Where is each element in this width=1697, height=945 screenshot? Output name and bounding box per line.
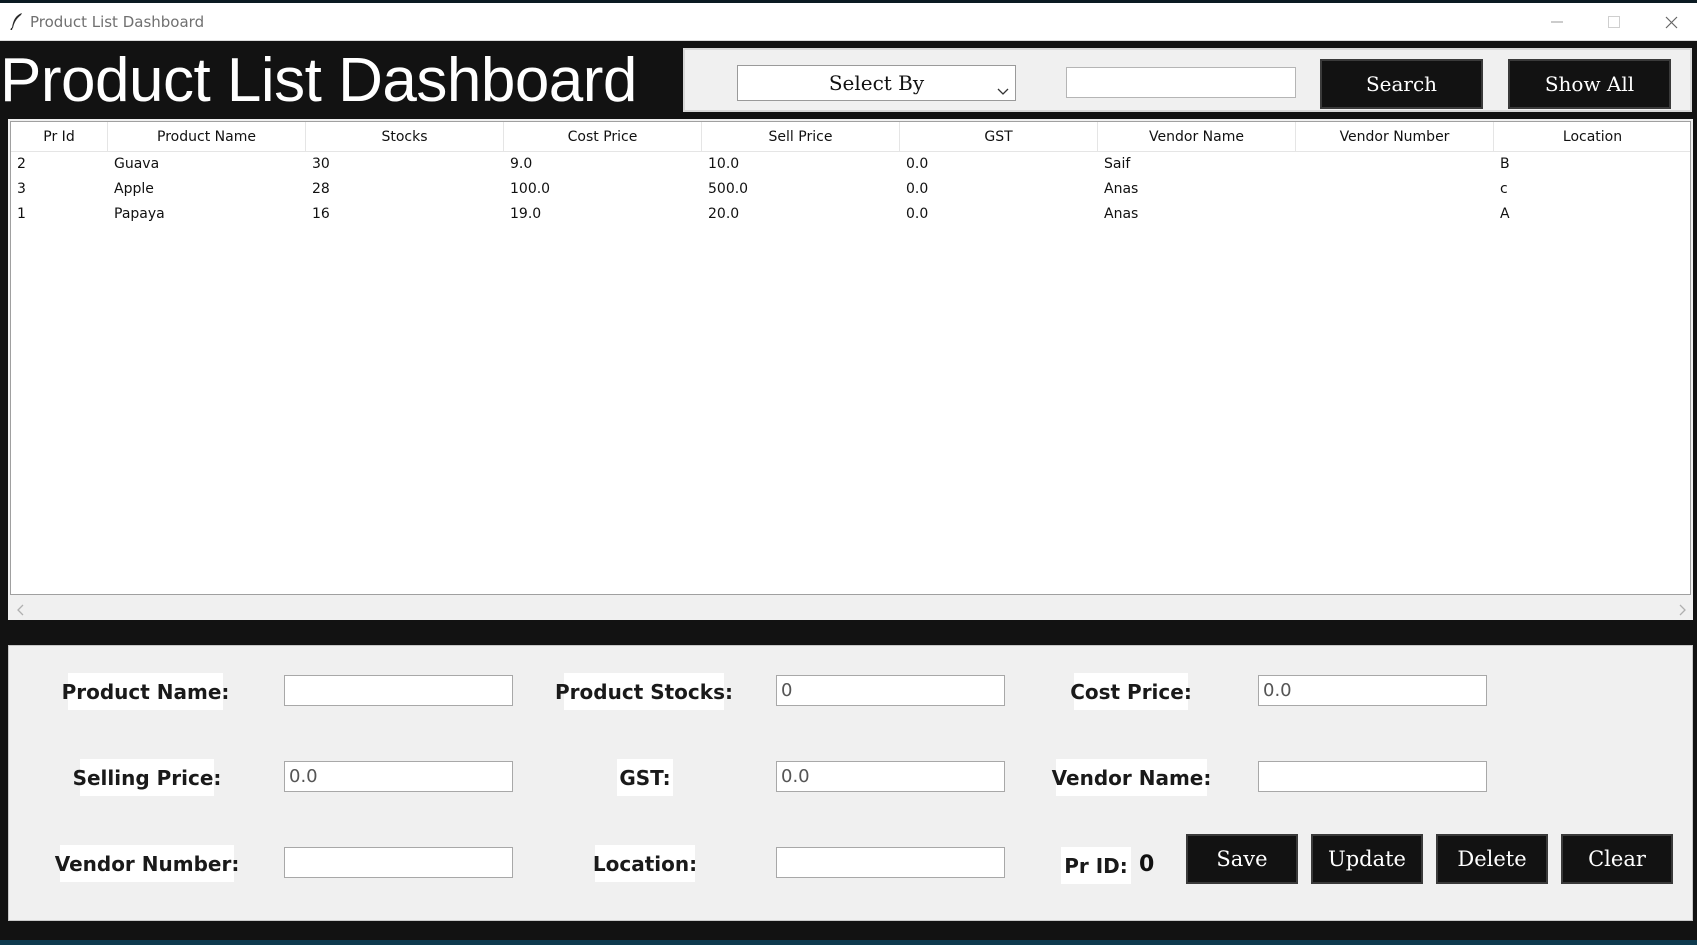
cell-pr-id: 2 (17, 156, 26, 172)
cell-sell-price: 500.0 (708, 181, 749, 197)
gst-label: GST: (617, 759, 673, 796)
table-row[interactable]: 1 Papaya 16 19.0 20.0 0.0 Anas A (11, 202, 1690, 227)
column-header-vendor-number[interactable]: Vendor Number (1296, 122, 1494, 152)
cell-pr-id: 3 (17, 181, 26, 197)
product-table[interactable]: Pr Id Product Name Stocks Cost Price Sel… (10, 121, 1691, 595)
cell-product-name: Apple (114, 181, 154, 197)
cell-location: B (1500, 156, 1510, 172)
cell-vendor-name: Saif (1104, 156, 1131, 172)
cell-gst: 0.0 (906, 206, 929, 222)
cell-vendor-number (1296, 177, 1494, 202)
table-header: Pr Id Product Name Stocks Cost Price Sel… (11, 122, 1690, 152)
title-bar: Product List Dashboard (0, 3, 1697, 41)
cell-cost-price: 100.0 (510, 181, 551, 197)
cost-price-label: Cost Price: (1070, 673, 1192, 710)
table-body: 2 Guava 30 9.0 10.0 0.0 Saif B 3 Apple 2… (11, 152, 1690, 227)
column-header-product-name[interactable]: Product Name (108, 122, 306, 152)
product-table-frame: Pr Id Product Name Stocks Cost Price Sel… (8, 119, 1693, 620)
column-header-location[interactable]: Location (1494, 122, 1690, 152)
cell-sell-price: 20.0 (708, 206, 740, 222)
pr-id-value: 0 (1139, 852, 1155, 877)
vendor-name-label: Vendor Name: (1052, 759, 1211, 796)
cell-location: c (1500, 181, 1508, 197)
cost-price-field[interactable]: 0.0 (1258, 675, 1487, 706)
page-title: Product List Dashboard (0, 46, 637, 115)
cell-cost-price: 9.0 (510, 156, 533, 172)
cell-stocks: 30 (312, 156, 330, 172)
product-stocks-label: Product Stocks: (555, 673, 733, 710)
column-header-pr-id[interactable]: Pr Id (11, 122, 108, 152)
cell-product-name: Guava (114, 156, 160, 172)
taskbar-edge (0, 940, 1697, 945)
cell-cost-price: 19.0 (510, 206, 542, 222)
location-label: Location: (593, 845, 697, 882)
location-field[interactable] (776, 847, 1005, 878)
chevron-right-icon[interactable] (1679, 601, 1687, 620)
column-header-sell-price[interactable]: Sell Price (702, 122, 900, 152)
cell-stocks: 28 (312, 181, 330, 197)
search-input[interactable] (1066, 67, 1296, 98)
cell-pr-id: 1 (17, 206, 26, 222)
horizontal-scrollbar[interactable] (10, 596, 1691, 618)
cell-gst: 0.0 (906, 156, 929, 172)
cell-vendor-number (1296, 202, 1494, 227)
select-by-label: Select By (828, 71, 925, 95)
vendor-number-label: Vendor Number: (55, 845, 239, 882)
cell-location: A (1500, 206, 1510, 222)
chevron-down-icon (997, 77, 1009, 101)
update-button[interactable]: Update (1311, 834, 1423, 884)
column-header-cost-price[interactable]: Cost Price (504, 122, 702, 152)
cell-vendor-name: Anas (1104, 181, 1139, 197)
search-button[interactable]: Search (1320, 59, 1483, 109)
delete-button[interactable]: Delete (1436, 834, 1548, 884)
column-header-gst[interactable]: GST (900, 122, 1098, 152)
column-header-vendor-name[interactable]: Vendor Name (1098, 122, 1296, 152)
product-name-label: Product Name: (62, 673, 229, 710)
select-by-dropdown[interactable]: Select By (737, 65, 1016, 101)
selling-price-label: Selling Price: (73, 759, 221, 796)
product-stocks-field[interactable]: 0 (776, 675, 1005, 706)
selling-price-field[interactable]: 0.0 (284, 761, 513, 792)
product-name-field[interactable] (284, 675, 513, 706)
vendor-name-field[interactable] (1258, 761, 1487, 792)
feather-icon (9, 12, 25, 31)
cell-sell-price: 10.0 (708, 156, 740, 172)
cell-vendor-number (1296, 152, 1494, 177)
cell-stocks: 16 (312, 206, 330, 222)
table-row[interactable]: 3 Apple 28 100.0 500.0 0.0 Anas c (11, 177, 1690, 202)
vendor-number-field[interactable] (284, 847, 513, 878)
chevron-left-icon[interactable] (16, 601, 24, 620)
clear-button[interactable]: Clear (1561, 834, 1673, 884)
product-form: Product Name: Product Stocks: 0 Cost Pri… (8, 645, 1693, 921)
window-title: Product List Dashboard (30, 13, 205, 31)
maximize-icon[interactable] (1585, 3, 1643, 41)
close-icon[interactable] (1642, 3, 1697, 41)
minimize-icon[interactable] (1528, 3, 1586, 41)
cell-gst: 0.0 (906, 181, 929, 197)
show-all-button[interactable]: Show All (1508, 59, 1671, 109)
gst-field[interactable]: 0.0 (776, 761, 1005, 792)
pr-id-label: Pr ID: (1061, 847, 1131, 884)
cell-vendor-name: Anas (1104, 206, 1139, 222)
save-button[interactable]: Save (1186, 834, 1298, 884)
app-window: Product List Dashboard Product List Dash… (0, 3, 1697, 940)
table-row[interactable]: 2 Guava 30 9.0 10.0 0.0 Saif B (11, 152, 1690, 177)
cell-product-name: Papaya (114, 206, 165, 222)
search-panel: Select By Search Show All (683, 48, 1692, 112)
column-header-stocks[interactable]: Stocks (306, 122, 504, 152)
